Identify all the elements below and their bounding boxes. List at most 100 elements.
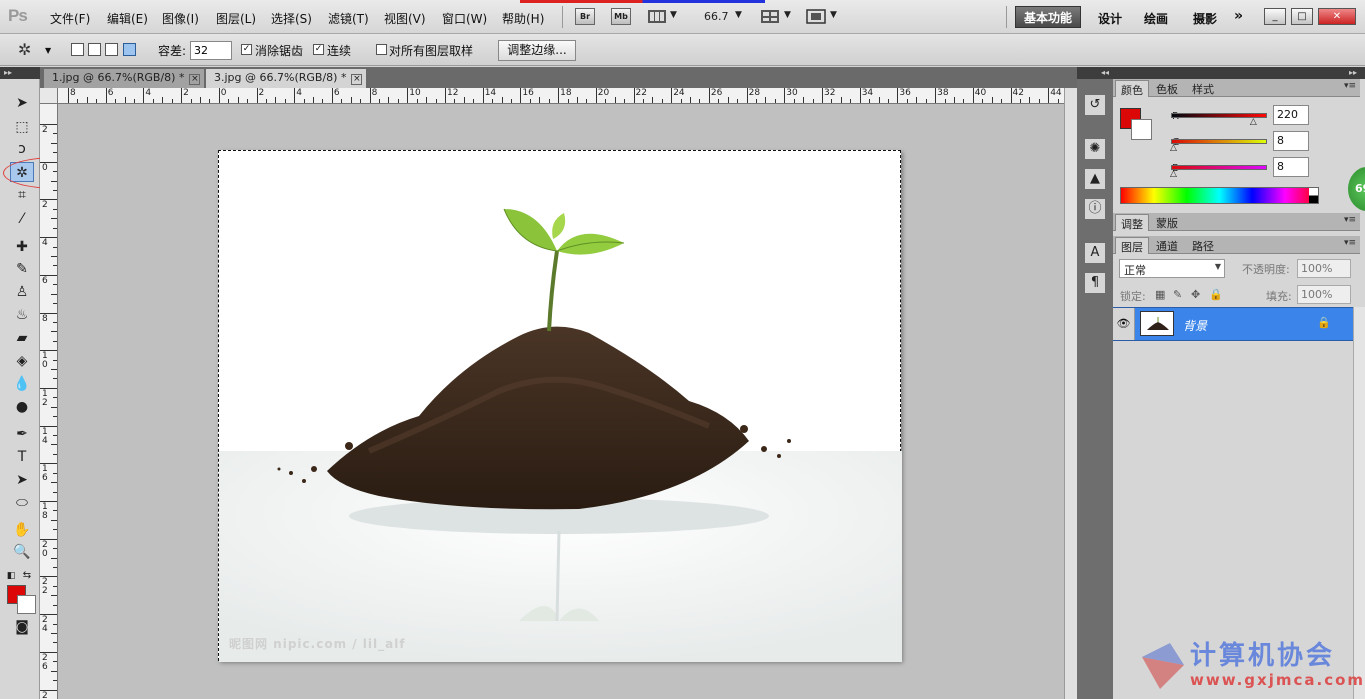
- type-tool-icon[interactable]: T: [10, 447, 34, 467]
- tab-color[interactable]: 颜色: [1115, 80, 1149, 97]
- dodge-tool-icon[interactable]: ●: [10, 397, 34, 417]
- layer-row-background[interactable]: 👁 背景 🔒: [1113, 307, 1353, 341]
- history-brush-tool-icon[interactable]: ♨: [10, 305, 34, 325]
- workspace-photography-button[interactable]: 摄影: [1193, 10, 1217, 27]
- brush-tool-icon[interactable]: ✎: [10, 259, 34, 279]
- paragraph-panel-icon[interactable]: ¶: [1085, 273, 1105, 293]
- menu-window[interactable]: 窗口(W): [442, 10, 487, 27]
- layer-name[interactable]: 背景: [1183, 317, 1207, 334]
- eyedropper-tool-icon[interactable]: ⁄: [10, 209, 34, 229]
- tab-swatches[interactable]: 色板: [1151, 80, 1183, 97]
- more-workspaces-button[interactable]: »: [1234, 8, 1243, 24]
- chevron-down-icon[interactable]: ▼: [45, 46, 51, 55]
- toolbox-header[interactable]: ▸▸: [0, 67, 40, 79]
- shape-tool-icon[interactable]: ⬭: [10, 493, 34, 513]
- g-slider-thumb[interactable]: △: [1170, 143, 1177, 153]
- extras-icon[interactable]: [647, 8, 667, 25]
- color-spectrum[interactable]: [1120, 187, 1319, 204]
- panel-menu-icon[interactable]: ▾≡: [1344, 215, 1356, 225]
- menu-file[interactable]: 文件(F): [50, 10, 90, 27]
- pen-tool-icon[interactable]: ✒: [10, 424, 34, 444]
- blend-mode-select[interactable]: 正常 ▼: [1119, 259, 1225, 278]
- intersect-selection-mode-icon[interactable]: [123, 43, 136, 56]
- vertical-ruler[interactable]: 20246810121416182022242628: [40, 104, 58, 699]
- tab-layers[interactable]: 图层: [1115, 237, 1149, 254]
- black-white-swatch[interactable]: [1309, 188, 1318, 203]
- lock-transparent-icon[interactable]: ▦: [1155, 288, 1165, 301]
- r-value[interactable]: 220: [1273, 105, 1309, 125]
- tab-adjustments[interactable]: 调整: [1115, 214, 1149, 231]
- canvas-vertical-scrollbar[interactable]: [1064, 88, 1077, 699]
- menu-layer[interactable]: 图层(L): [216, 10, 256, 27]
- antialias-checkbox[interactable]: ✓: [241, 44, 252, 55]
- eraser-tool-icon[interactable]: ▰: [10, 328, 34, 348]
- workspace-design-button[interactable]: 设计: [1098, 10, 1122, 27]
- lock-pixels-icon[interactable]: ✎: [1173, 288, 1182, 301]
- hand-tool-icon[interactable]: ✋: [10, 520, 34, 540]
- close-icon[interactable]: ×: [351, 74, 363, 85]
- move-tool-icon[interactable]: ➤: [10, 93, 34, 113]
- menu-help[interactable]: 帮助(H): [502, 10, 544, 27]
- menu-filter[interactable]: 滤镜(T): [328, 10, 369, 27]
- screen-mode-icon[interactable]: [806, 8, 826, 25]
- background-color-swatch[interactable]: [17, 595, 36, 614]
- crop-tool-icon[interactable]: ⌗: [10, 185, 34, 205]
- zoom-level[interactable]: 66.7: [704, 10, 729, 23]
- menu-select[interactable]: 选择(S): [271, 10, 312, 27]
- healing-brush-tool-icon[interactable]: ✚: [10, 237, 34, 257]
- lasso-tool-icon[interactable]: ↄ: [10, 139, 34, 159]
- subtract-selection-mode-icon[interactable]: [105, 43, 118, 56]
- info-panel-icon[interactable]: ⓘ: [1085, 199, 1105, 219]
- menu-image[interactable]: 图像(I): [162, 10, 199, 27]
- sample-all-layers-checkbox[interactable]: [376, 44, 387, 55]
- doc-tab-1[interactable]: 1.jpg @ 66.7%(RGB/8) * ×: [44, 69, 204, 88]
- workspace-essentials-button[interactable]: 基本功能: [1015, 6, 1081, 28]
- g-slider[interactable]: [1171, 139, 1267, 144]
- default-colors-icon[interactable]: ◧: [4, 566, 18, 586]
- b-slider-thumb[interactable]: △: [1170, 169, 1177, 179]
- collapsed-panel-header[interactable]: ◂◂: [1077, 67, 1113, 79]
- magic-wand-icon[interactable]: ✲: [18, 40, 31, 59]
- eye-icon[interactable]: 👁: [1113, 308, 1135, 340]
- path-selection-tool-icon[interactable]: ➤: [10, 470, 34, 490]
- new-selection-mode-icon[interactable]: [71, 43, 84, 56]
- chevron-down-icon[interactable]: ▼: [670, 10, 677, 20]
- swap-colors-icon[interactable]: ⇆: [20, 566, 34, 586]
- lock-all-icon[interactable]: 🔒: [1209, 288, 1223, 301]
- workspace-painting-button[interactable]: 绘画: [1144, 10, 1168, 27]
- panel-menu-icon[interactable]: ▾≡: [1344, 238, 1356, 248]
- paint-bucket-tool-icon[interactable]: ◈: [10, 351, 34, 371]
- close-icon[interactable]: ×: [189, 74, 201, 85]
- refine-edge-button[interactable]: 调整边缘...: [498, 40, 576, 61]
- right-panel-header[interactable]: ▸▸: [1113, 67, 1365, 79]
- r-slider-thumb[interactable]: △: [1250, 117, 1257, 127]
- bridge-button[interactable]: Br: [575, 8, 595, 25]
- ruler-origin[interactable]: [40, 88, 58, 104]
- arrange-documents-icon[interactable]: [760, 8, 780, 25]
- zoom-tool-icon[interactable]: 🔍: [10, 542, 34, 562]
- marquee-tool-icon[interactable]: ⬚: [10, 117, 34, 137]
- chevron-down-icon[interactable]: ▼: [830, 10, 837, 20]
- add-selection-mode-icon[interactable]: [88, 43, 101, 56]
- clone-stamp-tool-icon[interactable]: ♙: [10, 282, 34, 302]
- panel-background-swatch[interactable]: [1131, 119, 1152, 140]
- tab-styles[interactable]: 样式: [1187, 80, 1219, 97]
- blur-tool-icon[interactable]: 💧: [10, 374, 34, 394]
- lock-position-icon[interactable]: ✥: [1191, 288, 1200, 301]
- menu-view[interactable]: 视图(V): [384, 10, 426, 27]
- tab-masks[interactable]: 蒙版: [1151, 214, 1183, 231]
- histogram-panel-icon[interactable]: ▲: [1085, 169, 1105, 189]
- doc-tab-3[interactable]: 3.jpg @ 66.7%(RGB/8) * ×: [206, 69, 366, 88]
- b-value[interactable]: 8: [1273, 157, 1309, 177]
- restore-button[interactable]: □: [1291, 8, 1313, 25]
- opacity-field[interactable]: 100%: [1297, 259, 1351, 278]
- history-panel-icon[interactable]: ↺: [1085, 95, 1105, 115]
- chevron-down-icon[interactable]: ▼: [735, 10, 742, 20]
- navigator-panel-icon[interactable]: ✺: [1085, 139, 1105, 159]
- horizontal-ruler[interactable]: 8 6 4 2 0 2 4 6 8 10 12 14 16 18 20 22 24 26 28 30 32 34 36 38 4…: [58, 88, 1064, 104]
- canvas-area[interactable]: 昵图网 nipic.com / lil_alf: [58, 104, 1064, 699]
- tab-paths[interactable]: 路径: [1187, 237, 1219, 254]
- b-slider[interactable]: [1171, 165, 1267, 170]
- contiguous-checkbox[interactable]: ✓: [313, 44, 324, 55]
- tolerance-input[interactable]: [190, 41, 232, 60]
